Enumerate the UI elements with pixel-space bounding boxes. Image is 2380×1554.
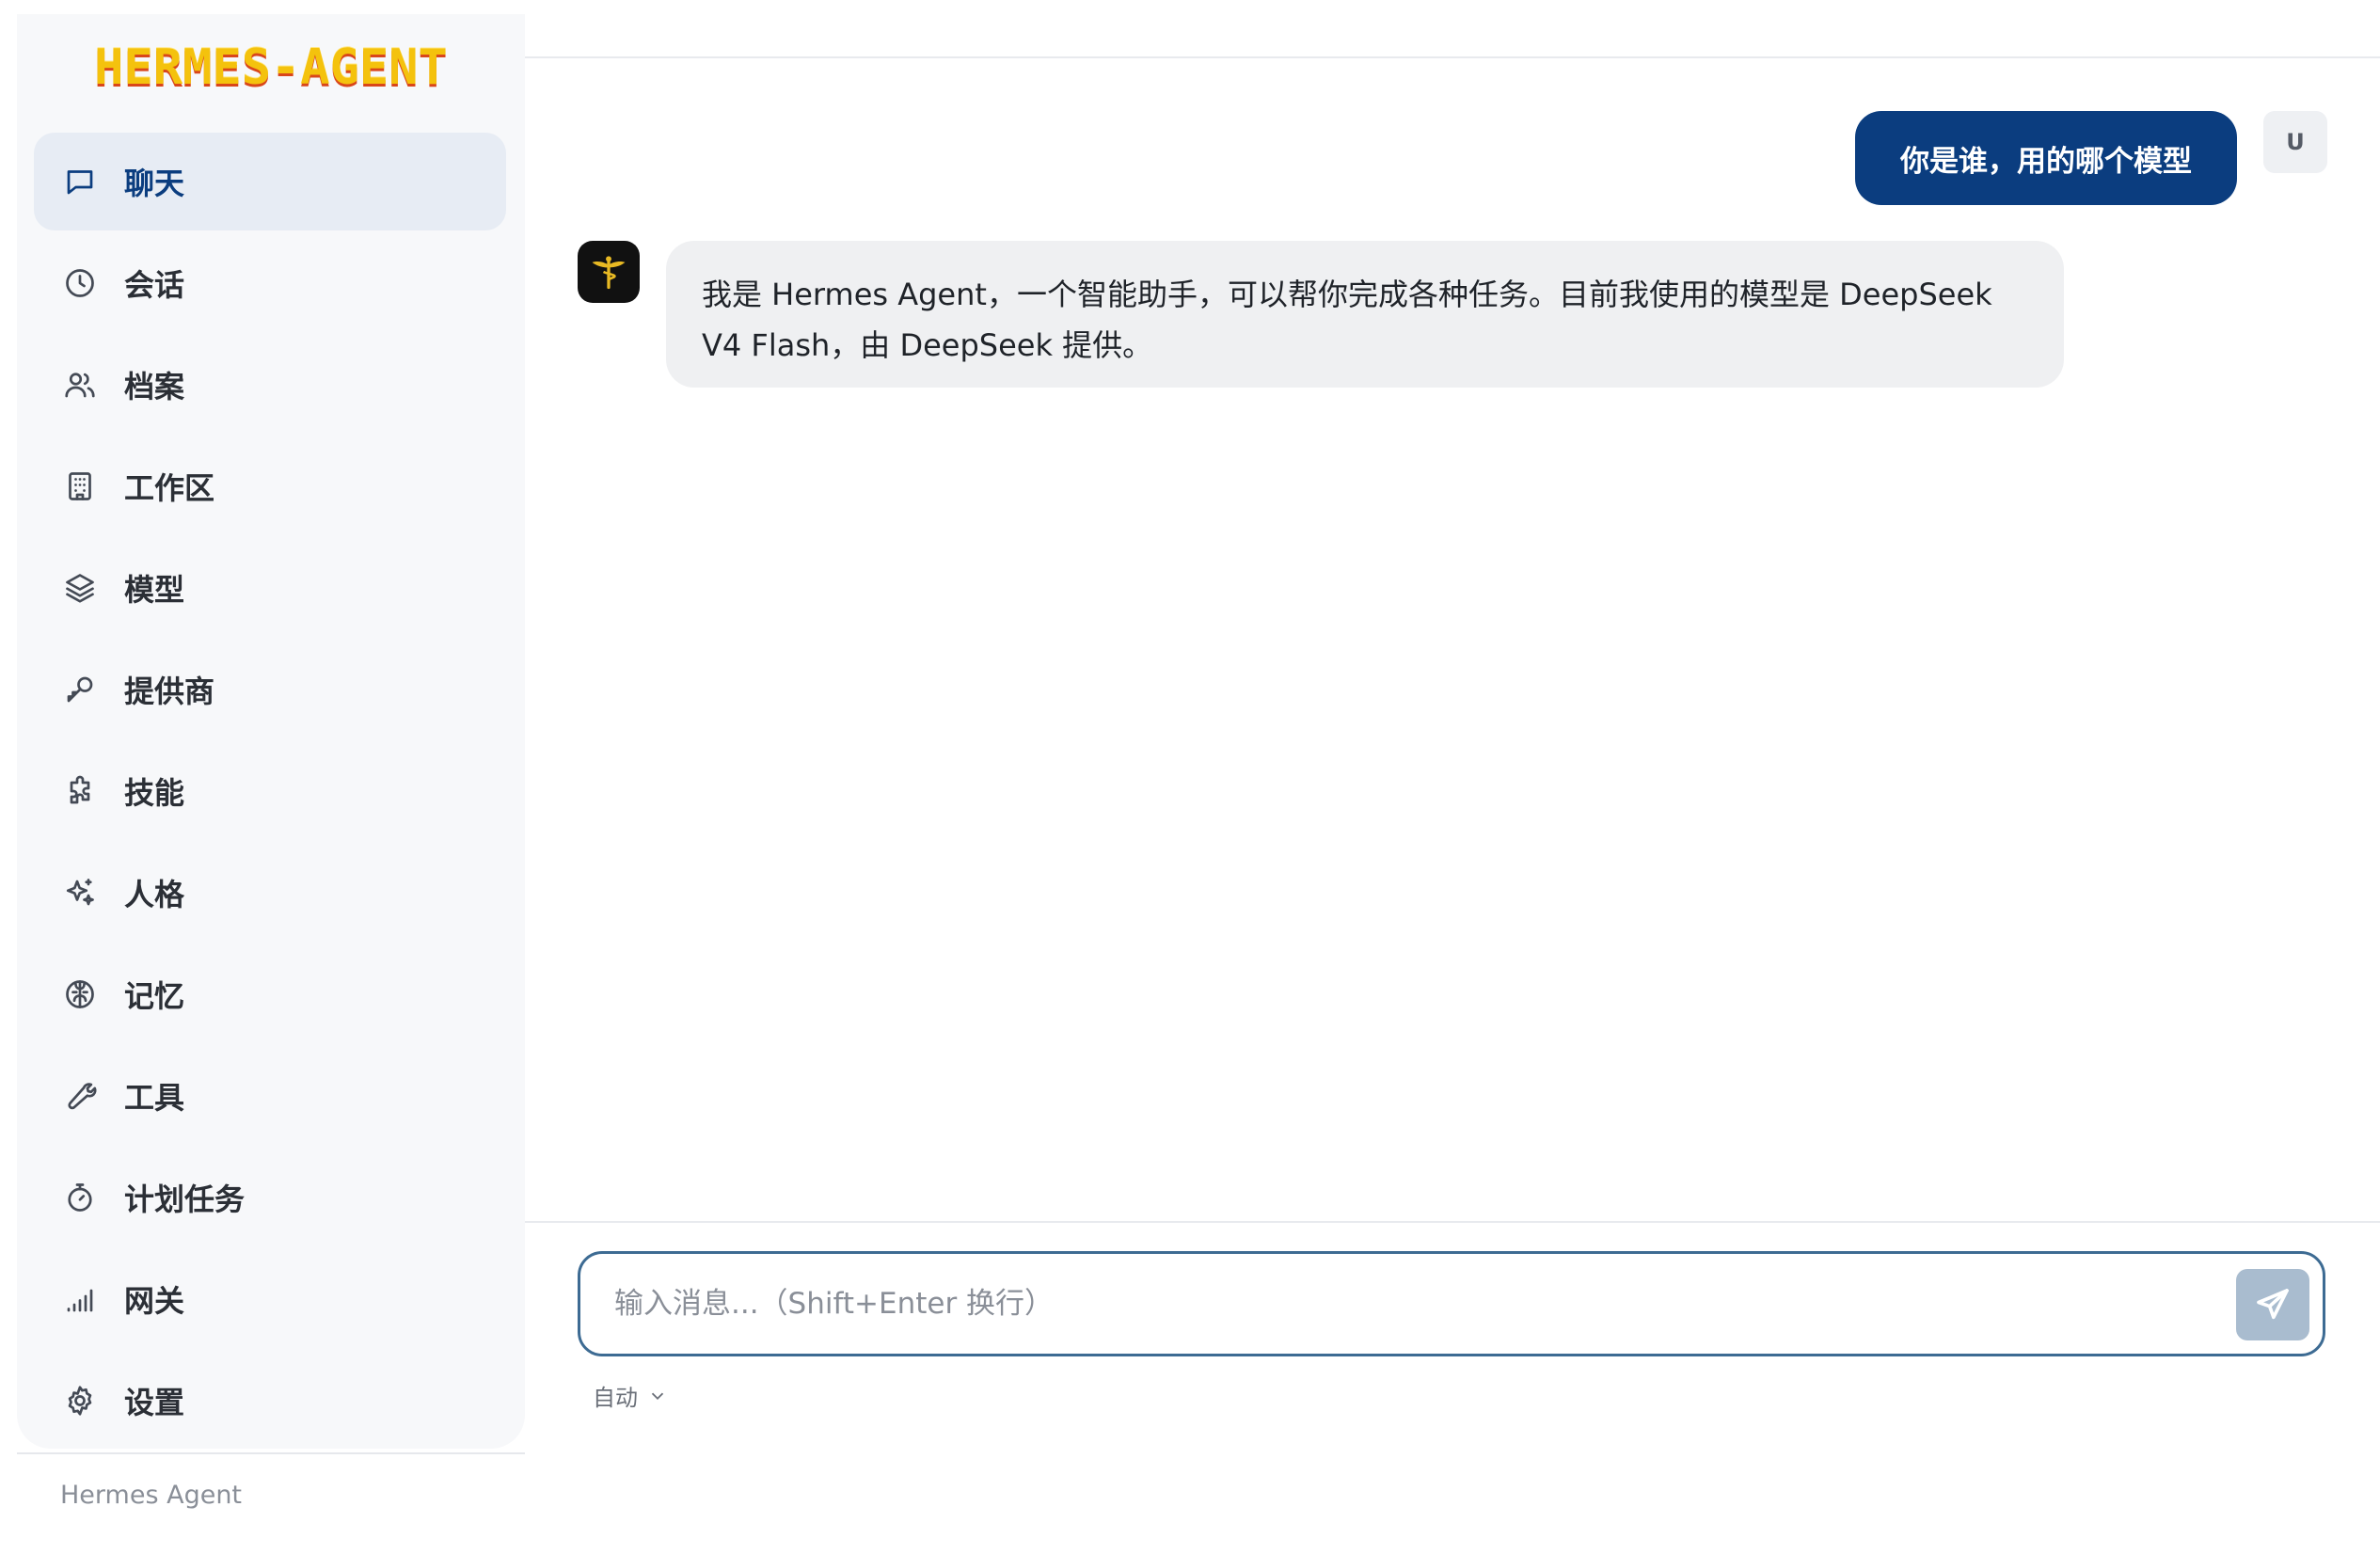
sidebar-item-gateway[interactable]: 网关 — [34, 1250, 506, 1348]
sidebar-item-label: 记忆 — [124, 978, 185, 1014]
sidebar-item-label: 技能 — [124, 775, 185, 811]
signal-icon — [62, 1281, 98, 1317]
sidebar-item-label: 人格 — [124, 877, 185, 912]
composer — [578, 1251, 2325, 1356]
sidebar-item-tools[interactable]: 工具 — [34, 1047, 506, 1145]
sidebar-footer-divider — [17, 1452, 525, 1454]
sidebar-item-skills[interactable]: 技能 — [34, 742, 506, 840]
sidebar-footer-text: Hermes Agent — [60, 1481, 243, 1510]
users-icon — [62, 367, 98, 403]
send-button[interactable] — [2236, 1269, 2309, 1340]
building-icon — [62, 468, 98, 504]
app-root: HERMES-AGENT 聊天 会话 档案 工作区 模型 提供商 技能 人格 记… — [0, 0, 2380, 1554]
sidebar-item-label: 会话 — [124, 267, 185, 303]
message-input[interactable] — [614, 1254, 2119, 1354]
sidebar-item-label: 提供商 — [124, 674, 215, 709]
assistant-message-bubble: 我是 Hermes Agent，一个智能助手，可以帮你完成各种任务。目前我使用的… — [666, 241, 2064, 388]
assistant-avatar — [578, 241, 640, 303]
sidebar-item-label: 设置 — [124, 1385, 185, 1420]
sidebar-item-providers[interactable]: 提供商 — [34, 641, 506, 738]
chevron-down-icon — [651, 1392, 664, 1400]
sidebar-item-scheduled-tasks[interactable]: 计划任务 — [34, 1149, 506, 1246]
sidebar-item-label: 模型 — [124, 572, 185, 608]
sidebar-item-models[interactable]: 模型 — [34, 539, 506, 637]
gear-icon — [62, 1383, 98, 1419]
layers-icon — [62, 570, 98, 606]
app-logo[interactable]: HERMES-AGENT — [17, 25, 525, 110]
sidebar-item-workspace[interactable]: 工作区 — [34, 437, 506, 535]
sidebar-item-memory[interactable]: 记忆 — [34, 945, 506, 1043]
sidebar-item-sessions[interactable]: 会话 — [34, 234, 506, 332]
sidebar-item-label: 档案 — [124, 369, 185, 404]
user-message-bubble: 你是谁，用的哪个模型 — [1855, 111, 2237, 205]
header-divider — [525, 56, 2380, 58]
sidebar-item-chat[interactable]: 聊天 — [34, 133, 506, 230]
sidebar-item-label: 聊天 — [124, 166, 185, 201]
wrench-icon — [62, 1078, 98, 1114]
clock-icon — [62, 265, 98, 301]
sparkles-icon — [62, 875, 98, 911]
sidebar: HERMES-AGENT 聊天 会话 档案 工作区 模型 提供商 技能 人格 记… — [17, 14, 525, 1449]
sidebar-item-label: 计划任务 — [124, 1181, 246, 1217]
sidebar-item-profiles[interactable]: 档案 — [34, 336, 506, 434]
key-icon — [62, 672, 98, 707]
send-icon — [2257, 1289, 2289, 1320]
chat-bubble-icon — [62, 164, 98, 199]
mode-select[interactable]: 自动 — [593, 1379, 668, 1412]
sidebar-item-settings[interactable]: 设置 — [34, 1352, 506, 1450]
sidebar-item-label: 工作区 — [124, 470, 215, 506]
sidebar-item-label: 网关 — [124, 1283, 185, 1319]
sidebar-item-label: 工具 — [124, 1080, 185, 1116]
sidebar-item-personality[interactable]: 人格 — [34, 844, 506, 942]
composer-divider — [525, 1221, 2380, 1223]
sidebar-nav: 聊天 会话 档案 工作区 模型 提供商 技能 人格 记忆 工具 计划任务 网关 … — [34, 133, 506, 1453]
brain-icon — [62, 976, 98, 1012]
caduceus-icon — [592, 256, 626, 290]
puzzle-icon — [62, 773, 98, 809]
mode-select-label: 自动 — [593, 1385, 638, 1411]
timer-icon — [62, 1180, 98, 1215]
user-avatar: U — [2263, 111, 2327, 173]
